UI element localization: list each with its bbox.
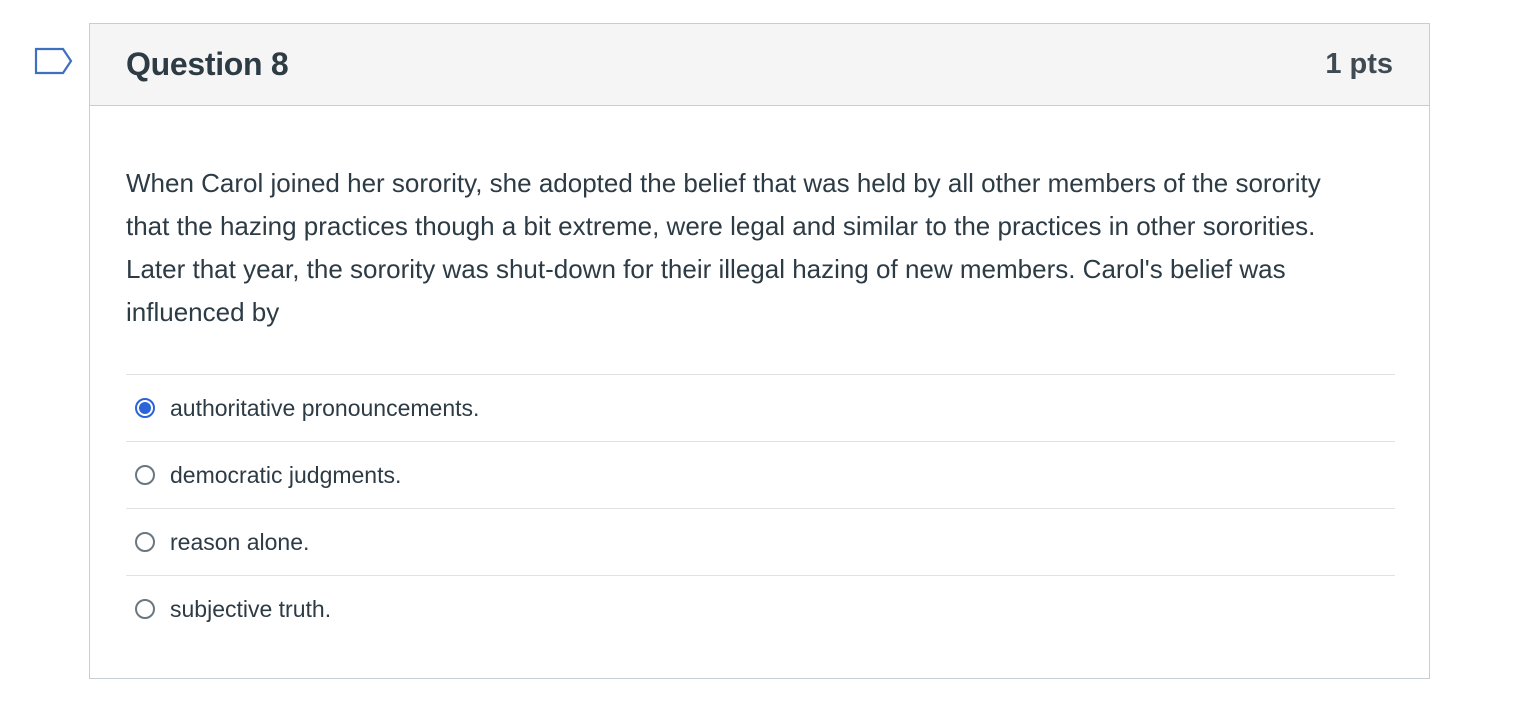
answer-option[interactable]: subjective truth. bbox=[126, 575, 1395, 642]
radio-unselected-icon[interactable] bbox=[135, 532, 155, 552]
answer-option[interactable]: democratic judgments. bbox=[126, 441, 1395, 508]
question-header: Question 8 1 pts bbox=[90, 24, 1429, 106]
answer-list: authoritative pronouncements. democratic… bbox=[126, 374, 1395, 642]
answer-label[interactable]: authoritative pronouncements. bbox=[170, 395, 479, 422]
answer-option[interactable]: reason alone. bbox=[126, 508, 1395, 575]
answer-option[interactable]: authoritative pronouncements. bbox=[126, 374, 1395, 441]
question-points: 1 pts bbox=[1325, 48, 1393, 80]
answer-label[interactable]: reason alone. bbox=[170, 529, 309, 556]
question-card: Question 8 1 pts When Carol joined her s… bbox=[89, 23, 1430, 679]
radio-unselected-icon[interactable] bbox=[135, 465, 155, 485]
question-title: Question 8 bbox=[126, 46, 289, 82]
flag-question-icon[interactable] bbox=[34, 46, 74, 76]
answer-label[interactable]: subjective truth. bbox=[170, 596, 331, 623]
question-text: When Carol joined her sorority, she adop… bbox=[126, 168, 1321, 327]
answer-label[interactable]: democratic judgments. bbox=[170, 462, 401, 489]
radio-selected-icon[interactable] bbox=[135, 398, 155, 418]
radio-unselected-icon[interactable] bbox=[135, 599, 155, 619]
